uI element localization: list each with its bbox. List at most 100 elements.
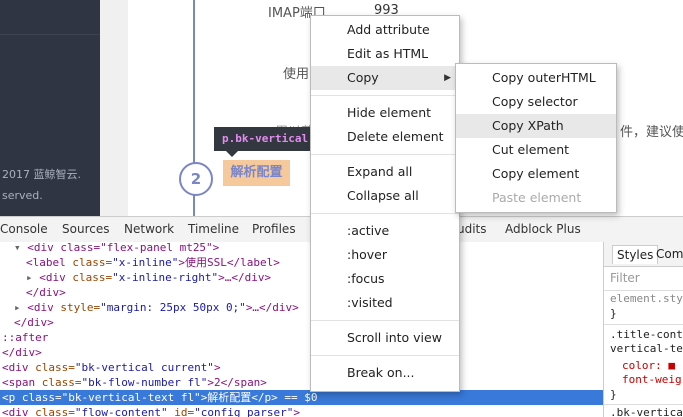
menu-item-hover[interactable]: :hover bbox=[311, 243, 459, 267]
menu-item-label: Copy bbox=[347, 70, 379, 85]
menu-item-edit-as-html[interactable]: Edit as HTML bbox=[311, 42, 459, 66]
styles-separator bbox=[604, 324, 683, 325]
submenu-item-cut-element[interactable]: Cut element bbox=[456, 138, 616, 162]
submenu-item-paste-element: Paste element bbox=[492, 190, 582, 205]
menu-separator bbox=[311, 355, 459, 356]
menu-item-visited[interactable]: :visited bbox=[311, 291, 459, 315]
style-rule-brace: } bbox=[610, 307, 617, 320]
dom-node[interactable]: ▸ <div class="x-inline-right">…</div> bbox=[0, 270, 603, 285]
tab-timeline[interactable]: Timeline bbox=[188, 217, 239, 242]
step-title-highlighted[interactable]: 解析配置 bbox=[223, 160, 290, 186]
page-gutter bbox=[100, 0, 128, 216]
submenu-arrow-icon: ▶ bbox=[444, 73, 451, 83]
dom-tag: </div bbox=[14, 316, 48, 329]
style-rule-selector: element.styl bbox=[610, 292, 683, 305]
elements-dom-tree[interactable]: ▾ <div class="flex-panel mt25"> <label cl… bbox=[0, 242, 603, 417]
styles-filter-input[interactable]: Filter bbox=[610, 271, 640, 285]
dom-attr-value: "bk-vertical current" bbox=[74, 361, 214, 374]
dom-attr-name: class= bbox=[28, 406, 75, 417]
menu-separator bbox=[311, 154, 459, 155]
submenu-item-copy-element[interactable]: Copy element bbox=[456, 162, 616, 186]
menu-separator bbox=[311, 95, 459, 96]
submenu-item-copy-xpath[interactable]: Copy XPath bbox=[456, 114, 616, 138]
style-property[interactable]: color: ■ bbox=[622, 359, 675, 372]
menu-separator bbox=[311, 320, 459, 321]
dom-text: >…</div> bbox=[218, 271, 272, 284]
dom-attr-name: id= bbox=[167, 406, 195, 417]
dom-attr-name: class= bbox=[65, 256, 113, 269]
submenu-item-copy-outerhtml[interactable]: Copy outerHTML bbox=[456, 66, 616, 90]
hint-text: 件，建议使 bbox=[620, 125, 683, 140]
sidebar-divider bbox=[0, 34, 100, 35]
menu-item-label: Edit as HTML bbox=[347, 46, 429, 61]
dom-attr-value: "bk-vertical-text fl" bbox=[61, 391, 201, 404]
dom-tag: <div class="flex-panel mt25"> bbox=[27, 242, 220, 254]
dom-tag: <div bbox=[2, 406, 29, 417]
tab-sources[interactable]: Sources bbox=[62, 217, 109, 242]
styles-separator bbox=[604, 290, 683, 291]
dom-tag: <span bbox=[2, 376, 36, 389]
menu-item-copy[interactable]: Copy ▶ bbox=[311, 66, 459, 90]
tooltip-selector: p.bk-vertical bbox=[222, 132, 309, 145]
menu-item-label: Hide element bbox=[347, 105, 432, 120]
menu-item-label: Expand all bbox=[347, 164, 413, 179]
menu-item-label: Delete element bbox=[347, 129, 444, 144]
menu-item-scroll-into-view[interactable]: Scroll into view bbox=[311, 326, 459, 350]
styles-tab-bar: Styles Comp bbox=[604, 242, 683, 267]
tab-network[interactable]: Network bbox=[124, 217, 174, 242]
dom-node[interactable]: <div class="flow-content" id="config_par… bbox=[0, 405, 603, 417]
dom-tag: ::after bbox=[2, 331, 49, 344]
dom-text: >…</div> bbox=[245, 301, 299, 314]
menu-item-label: :active bbox=[347, 223, 390, 238]
dom-tag: <div bbox=[27, 301, 54, 314]
menu-item-collapse-all[interactable]: Collapse all bbox=[311, 184, 459, 208]
menu-item-active[interactable]: :active bbox=[311, 219, 459, 243]
dom-attr-name: class= bbox=[28, 361, 75, 374]
dom-text: > bbox=[47, 316, 54, 329]
dom-tag: <p bbox=[2, 391, 16, 404]
dom-node[interactable]: <div class="bk-vertical current"> bbox=[0, 360, 603, 375]
menu-item-hide-element[interactable]: Hide element bbox=[311, 101, 459, 125]
tooltip-arrow bbox=[226, 151, 238, 157]
dom-text: >使用SSL</label> bbox=[178, 256, 280, 269]
menu-item-focus[interactable]: :focus bbox=[311, 267, 459, 291]
dom-node[interactable]: ::after bbox=[0, 330, 603, 345]
menu-item-label: :focus bbox=[347, 271, 385, 286]
menu-separator bbox=[311, 213, 459, 214]
tab-adblock-plus[interactable]: Adblock Plus bbox=[505, 217, 581, 242]
dom-node[interactable]: ▸ <div style="margin: 25px 50px 0;">…</d… bbox=[0, 300, 603, 315]
dom-node[interactable]: ▾ <div class="flex-panel mt25"> bbox=[0, 242, 603, 255]
styles-pane: Styles Comp Filter element.styl } .title… bbox=[603, 242, 683, 417]
dom-node[interactable]: <span class="bk-flow-number fl">2</span> bbox=[0, 375, 603, 390]
menu-item-delete-element[interactable]: Delete element bbox=[311, 125, 459, 149]
expand-triangle-icon[interactable]: ▸ bbox=[26, 271, 39, 284]
expand-triangle-icon[interactable]: ▸ bbox=[14, 301, 27, 314]
dom-node[interactable]: </div> bbox=[0, 345, 603, 360]
footer-rights: served. bbox=[2, 189, 43, 202]
dom-node-selected[interactable]: <p class="bk-vertical-text fl">解析配置</p> … bbox=[0, 390, 603, 405]
styles-separator bbox=[604, 404, 683, 405]
menu-item-expand-all[interactable]: Expand all bbox=[311, 160, 459, 184]
submenu-item-copy-selector[interactable]: Copy selector bbox=[456, 90, 616, 114]
menu-item-add-attribute[interactable]: Add attribute bbox=[311, 18, 459, 42]
dom-attr-value: "x-inline" bbox=[112, 256, 179, 269]
collapse-triangle-icon[interactable]: ▾ bbox=[14, 242, 27, 254]
dom-node[interactable]: </div> bbox=[0, 285, 603, 300]
tab-audits[interactable]: udits bbox=[457, 217, 487, 242]
dom-node[interactable]: <label class="x-inline">使用SSL</label> bbox=[0, 255, 603, 270]
dom-text: > bbox=[213, 361, 221, 374]
tab-computed[interactable]: Comp bbox=[652, 245, 683, 263]
dom-attr-name: class= bbox=[15, 391, 62, 404]
dom-node[interactable]: </div> bbox=[0, 315, 603, 330]
menu-item-break-on[interactable]: Break on... bbox=[311, 361, 459, 385]
dom-attr-name: class= bbox=[35, 376, 82, 389]
tab-profiles[interactable]: Profiles bbox=[252, 217, 296, 242]
step-number-badge: 2 bbox=[179, 162, 213, 196]
tab-console[interactable]: Console bbox=[0, 217, 48, 242]
dom-tag: </div bbox=[26, 286, 60, 299]
style-rule-selector: .bk-vertica bbox=[610, 406, 683, 417]
style-property[interactable]: font-weig bbox=[622, 373, 682, 386]
dom-attr-name: class= bbox=[65, 271, 113, 284]
menu-item-label: :hover bbox=[347, 247, 388, 262]
page-sidebar-dark: 2017 蓝鲸智云. served. bbox=[0, 0, 100, 216]
